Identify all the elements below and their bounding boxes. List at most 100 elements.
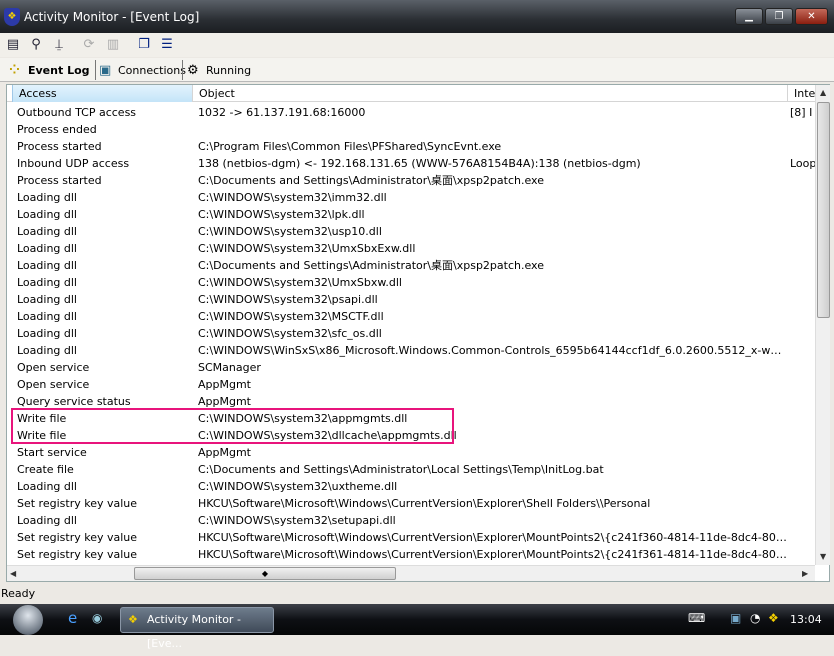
column-header-object[interactable]: Object (193, 85, 788, 102)
table-row[interactable]: Process started C:\Documents and Settings… (7, 172, 815, 189)
object-cell: C:\WINDOWS\system32\MSCTF.dll (198, 310, 384, 323)
object-cell: AppMgmt (198, 378, 251, 391)
table-row[interactable]: Loading dll C:\WINDOWS\system32\usp10.dll (7, 223, 815, 240)
table-row[interactable]: Loading dll C:\WINDOWS\system32\setupapi.… (7, 512, 815, 529)
access-cell: Start service (17, 446, 87, 459)
access-cell: Set registry key value (17, 531, 138, 544)
access-cell: Set registry key value (17, 497, 138, 510)
volume-icon[interactable]: ◔ (750, 611, 760, 625)
network-icon[interactable]: ⍊ (50, 36, 68, 54)
table-row[interactable]: Loading dll C:\WINDOWS\WinSxS\x86_Microso… (7, 342, 815, 359)
access-cell: Loading dll (17, 208, 77, 221)
column-header-interface[interactable]: Inte (788, 85, 815, 102)
task-label: Activity Monitor - [Eve... (147, 613, 241, 650)
table-row[interactable]: Create file C:\Documents and Settings\Adm… (7, 461, 815, 478)
table-row[interactable]: Process ended (7, 121, 815, 138)
access-cell: Loading dll (17, 259, 77, 272)
table-row[interactable]: Loading dll C:\WINDOWS\system32\MSCTF.dll (7, 308, 815, 325)
network-tray-icon[interactable]: ▣ (730, 611, 741, 625)
start-button[interactable] (13, 605, 43, 635)
scroll-right-arrow[interactable]: ▶ (802, 569, 808, 578)
status-bar: Ready (0, 584, 834, 603)
tab-running-programs[interactable]: ⚙Running Programs (184, 60, 304, 99)
connections-icon: ▣ (99, 63, 112, 78)
scroll-up-arrow[interactable]: ▲ (820, 88, 826, 97)
internet-explorer-icon[interactable]: e (68, 609, 77, 627)
table-row[interactable]: Set registry key value HKCU\Software\Micr… (7, 495, 815, 512)
table-row[interactable]: Loading dll C:\WINDOWS\system32\lpk.dll (7, 206, 815, 223)
table-row[interactable]: Loading dll C:\WINDOWS\system32\imm32.dll (7, 189, 815, 206)
access-cell: Loading dll (17, 276, 77, 289)
horizontal-scroll-thumb[interactable]: ◆ (134, 567, 396, 580)
interface-cell: Loop (790, 157, 815, 170)
table-row[interactable]: Loading dll C:\WINDOWS\system32\UmxSbxExw… (7, 240, 815, 257)
object-cell: C:\WINDOWS\system32\setupapi.dll (198, 514, 396, 527)
refresh-icon[interactable]: ⟳ (80, 36, 98, 54)
horizontal-scrollbar[interactable]: ◀ ◆ ▶ (7, 565, 815, 581)
object-cell: C:\WINDOWS\WinSxS\x86_Microsoft.Windows.… (198, 344, 788, 357)
access-cell: Process ended (17, 123, 97, 136)
clock: 13:04 (790, 613, 822, 626)
column-header-access[interactable]: Access (12, 85, 193, 102)
access-cell: Loading dll (17, 225, 77, 238)
table-row[interactable]: Set registry key value HKCU\Software\Micr… (7, 529, 815, 546)
tab-bar: ⁘ Event Log ▣ Connections ⚙Running Program… (0, 58, 834, 99)
event-log-list: Access Object Inte Outbound TCP access 10… (6, 84, 830, 582)
object-cell: 1032 -> 61.137.191.68:16000 (198, 106, 366, 119)
list-rows: Outbound TCP access 1032 -> 61.137.191.68… (7, 104, 815, 564)
maximize-button[interactable]: ❐ (765, 8, 793, 25)
object-cell: C:\WINDOWS\system32\lpk.dll (198, 208, 365, 221)
cascade-icon[interactable]: ❐ (135, 36, 153, 54)
tab-label: Event Log (28, 64, 90, 77)
tile-icon[interactable]: ☰ (158, 36, 176, 54)
table-row[interactable]: Set registry key value HKCU\Software\Micr… (7, 546, 815, 563)
access-cell: Process started (17, 174, 102, 187)
event-log-icon: ⁘ (9, 63, 20, 78)
table-row[interactable]: Open service AppMgmt (7, 376, 815, 393)
quick-launch-icon[interactable]: ◉ (92, 611, 102, 625)
keyboard-icon[interactable]: ⌨ (688, 611, 705, 625)
table-row[interactable]: Loading dll C:\Documents and Settings\Adm… (7, 257, 815, 274)
access-cell: Loading dll (17, 327, 77, 340)
access-cell: Loading dll (17, 191, 77, 204)
table-row[interactable]: Process started C:\Program Files\Common F… (7, 138, 815, 155)
interface-cell: [8] I (790, 106, 813, 119)
table-row[interactable]: Open service SCManager (7, 359, 815, 376)
object-cell: C:\WINDOWS\system32\UmxSbxExw.dll (198, 242, 416, 255)
access-cell: Open service (17, 378, 90, 391)
table-row[interactable]: Loading dll C:\WINDOWS\system32\uxtheme.d… (7, 478, 815, 495)
app-icon: ❖ (4, 8, 20, 26)
object-cell: HKCU\Software\Microsoft\Windows\CurrentV… (198, 531, 788, 544)
activity-monitor-tray-icon[interactable]: ❖ (768, 611, 779, 625)
table-row[interactable]: Start service AppMgmt (7, 444, 815, 461)
vertical-scrollbar[interactable]: ▲ ▼ (815, 85, 830, 565)
object-cell: C:\WINDOWS\system32\sfc_os.dll (198, 327, 382, 340)
tab-label: Connections (118, 64, 186, 77)
table-row[interactable]: Outbound TCP access 1032 -> 61.137.191.68… (7, 104, 815, 121)
tab-connections[interactable]: ▣ Connections (96, 60, 186, 82)
title-bar: ❖ Activity Monitor - [Event Log] ▁ ❐ ✕ (0, 0, 834, 33)
properties-icon[interactable]: ▤ (4, 36, 22, 54)
taskbar-button-activity-monitor[interactable]: ❖ Activity Monitor - [Eve... (120, 607, 274, 650)
access-cell: Create file (17, 463, 74, 476)
list-header: Access Object Inte (7, 85, 815, 102)
vertical-scroll-thumb[interactable] (817, 102, 830, 318)
table-row[interactable]: Loading dll C:\WINDOWS\system32\psapi.dll (7, 291, 815, 308)
object-cell: 138 (netbios-dgm) <- 192.168.131.65 (WWW… (198, 157, 641, 170)
object-cell: SCManager (198, 361, 261, 374)
object-cell: C:\Program Files\Common Files\PFShared\S… (198, 140, 502, 153)
taskbar: e ◉ ❖ Activity Monitor - [Eve... ⌨ ▣ ◔ ❖ … (0, 604, 834, 650)
tab-event-log[interactable]: ⁘ Event Log (6, 60, 94, 82)
export-icon[interactable]: ▥ (104, 36, 122, 54)
table-row[interactable]: Inbound UDP access 138 (netbios-dgm) <- 1… (7, 155, 815, 172)
close-button[interactable]: ✕ (795, 8, 828, 25)
object-cell: C:\Documents and Settings\Administrator\… (198, 259, 544, 272)
scroll-down-arrow[interactable]: ▼ (820, 552, 826, 561)
object-cell: AppMgmt (198, 446, 251, 459)
table-row[interactable]: Loading dll C:\WINDOWS\system32\UmxSbxw.d… (7, 274, 815, 291)
find-icon[interactable]: ⚲ (27, 36, 45, 54)
table-row[interactable]: Loading dll C:\WINDOWS\system32\sfc_os.dl… (7, 325, 815, 342)
scroll-left-arrow[interactable]: ◀ (10, 569, 16, 578)
minimize-button[interactable]: ▁ (735, 8, 763, 25)
access-cell: Process started (17, 140, 102, 153)
